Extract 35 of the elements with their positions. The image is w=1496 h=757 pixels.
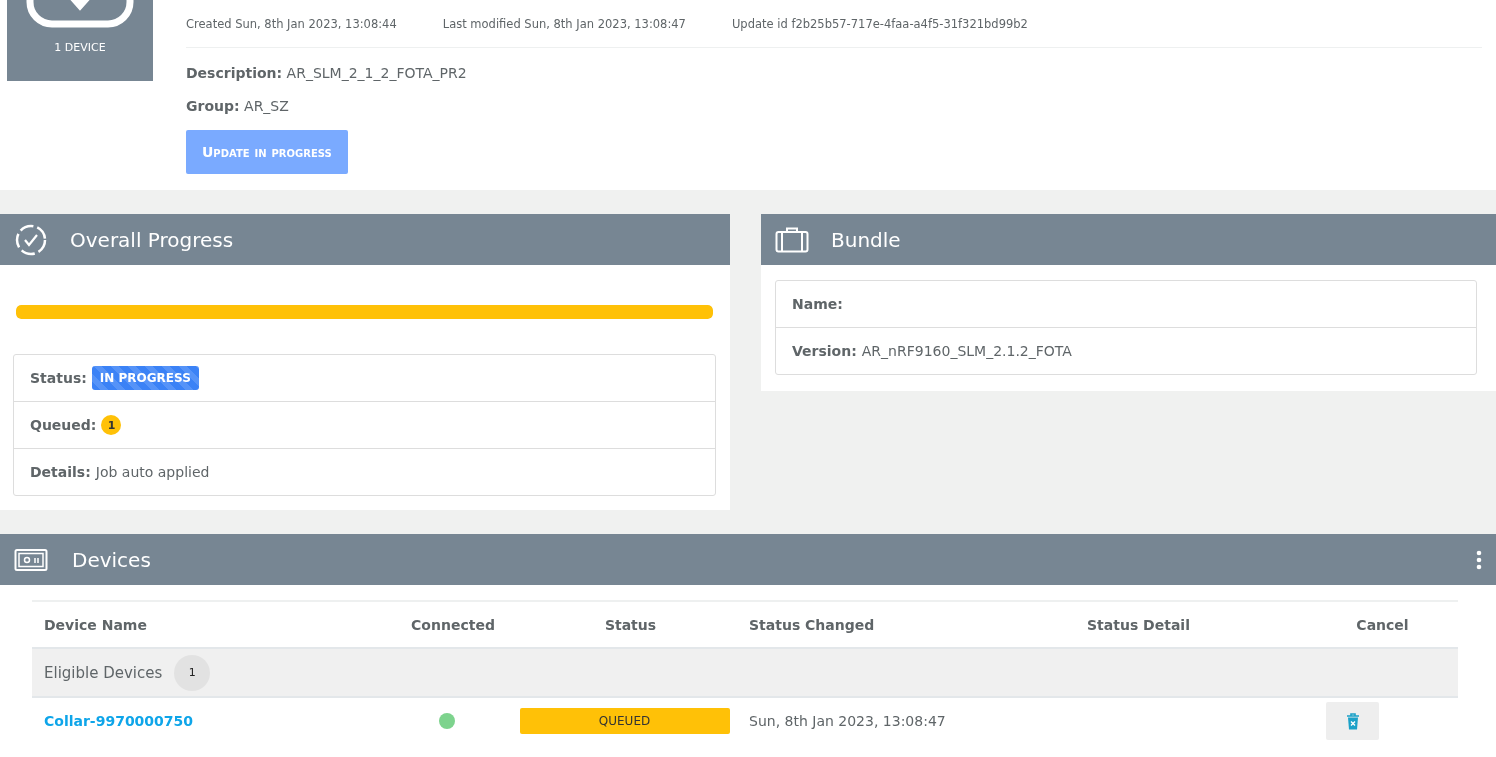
field-label: Status: bbox=[30, 370, 87, 386]
device-icon bbox=[14, 547, 50, 572]
field-label: Queued: bbox=[30, 417, 97, 433]
modified-date: Last modified Sun, 8th Jan 2023, 13:08:47 bbox=[442, 16, 686, 31]
device-link[interactable]: Collar-9970000750 bbox=[32, 713, 382, 729]
briefcase-icon bbox=[775, 226, 809, 253]
summary-field: Group: AR_SZ bbox=[186, 98, 1482, 114]
check-circle-icon bbox=[14, 222, 48, 257]
field-label: Name: bbox=[792, 296, 843, 312]
queued-count: 1 bbox=[101, 415, 122, 435]
column-header: Status Detail bbox=[1086, 616, 1191, 633]
created-date: Created Sun, 8th Jan 2023, 13:08:44 bbox=[186, 16, 397, 31]
device-count: 1 DEVICE bbox=[54, 41, 106, 54]
table-cell-text: Sun, 8th Jan 2023, 13:08:47 bbox=[748, 713, 947, 729]
group-count: 1 bbox=[174, 654, 211, 691]
column-header: Status bbox=[603, 616, 658, 633]
column-header: Status Changed bbox=[748, 616, 876, 633]
more-options-icon[interactable] bbox=[1476, 549, 1482, 570]
panel-title: Devices bbox=[72, 547, 152, 572]
column-header: Connected bbox=[410, 616, 496, 633]
summary-field: Description: AR_SLM_2_1_2_FOTA_PR2 bbox=[186, 65, 1482, 81]
field-value: AR_nRF9160_SLM_2.1.2_FOTA bbox=[861, 343, 1072, 359]
update-id: Update id f2b25b57-717e-4faa-a4f5-31f321bd99b2 bbox=[731, 16, 1028, 31]
column-header: Cancel bbox=[1355, 616, 1410, 633]
column-header: Device Name bbox=[43, 616, 148, 633]
panel-title: Overall Progress bbox=[70, 227, 235, 252]
field-label: Version: bbox=[792, 343, 857, 359]
status-badge: IN PROGRESS bbox=[91, 366, 199, 390]
status-badge: QUEUED bbox=[519, 708, 730, 734]
trash-icon bbox=[1345, 712, 1360, 730]
delete-button[interactable] bbox=[1326, 702, 1379, 740]
field-label: Details: bbox=[30, 464, 91, 480]
field-value: Job auto applied bbox=[95, 464, 210, 480]
group-label: Eligible Devices bbox=[44, 663, 163, 682]
panel-title: Bundle bbox=[831, 227, 902, 252]
